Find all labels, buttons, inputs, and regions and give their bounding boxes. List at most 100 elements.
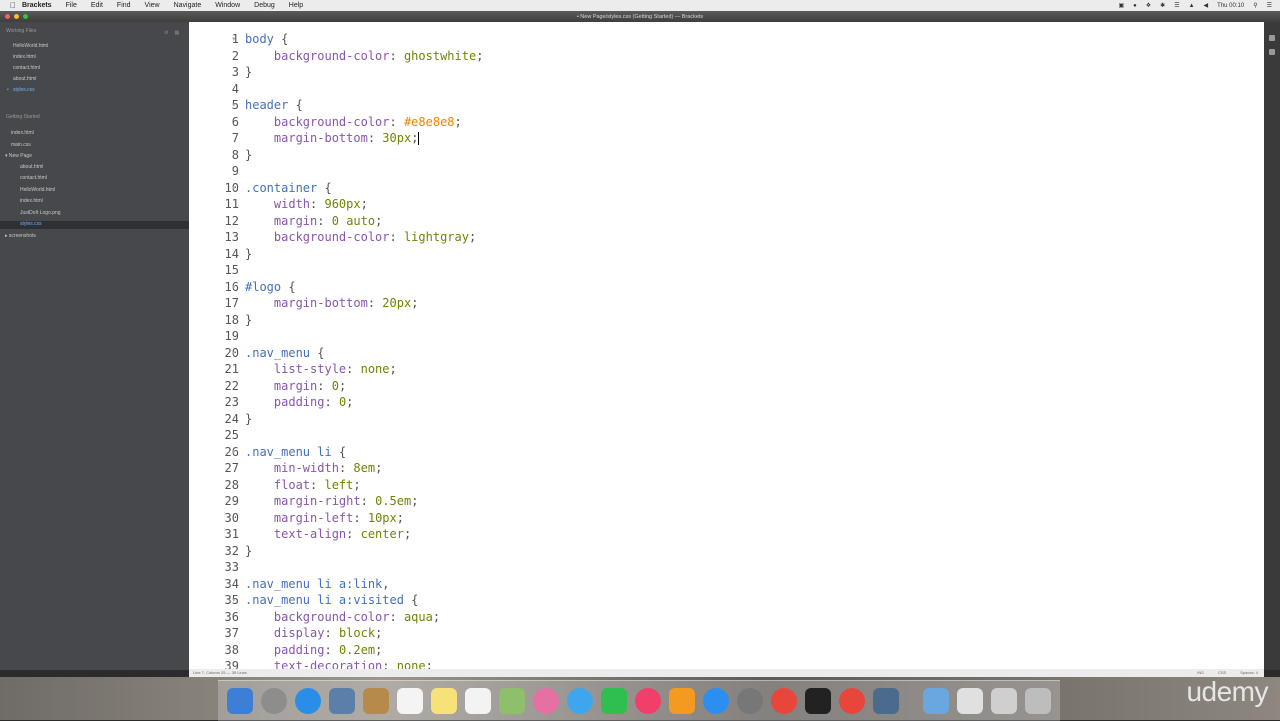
apple-icon[interactable]:  bbox=[10, 1, 16, 10]
photos-icon[interactable] bbox=[533, 688, 559, 714]
wifi-icon[interactable]: ☰ bbox=[1174, 2, 1179, 9]
clock[interactable]: Thu 00:10 bbox=[1217, 3, 1244, 9]
project-file-item[interactable]: about.html bbox=[20, 163, 43, 172]
project-file-item[interactable]: main.css bbox=[11, 141, 31, 150]
fold-arrow-icon[interactable]: ▾ bbox=[232, 349, 236, 357]
zoom-window-button[interactable] bbox=[23, 14, 28, 19]
fold-arrow-icon[interactable]: ▾ bbox=[232, 283, 236, 291]
code-line[interactable]: background-color: lightgray; bbox=[245, 230, 476, 244]
contacts-icon[interactable] bbox=[363, 688, 389, 714]
project-file-item[interactable]: JustDoIt Logo.png bbox=[20, 209, 61, 218]
code-line[interactable]: background-color: #e8e8e8; bbox=[245, 115, 462, 129]
brackets-icon[interactable] bbox=[805, 688, 831, 714]
menu-edit[interactable]: Edit bbox=[91, 2, 103, 9]
project-file-item[interactable]: HelloWorld.html bbox=[20, 186, 55, 195]
screenshot-app-icon[interactable] bbox=[873, 688, 899, 714]
working-file-item[interactable]: about.html bbox=[13, 75, 36, 84]
sidebar-tools[interactable]: ⚙▦ bbox=[164, 30, 185, 36]
code-line[interactable]: } bbox=[245, 544, 252, 558]
fold-arrow-icon[interactable]: ▾ bbox=[232, 184, 236, 192]
code-line[interactable]: } bbox=[245, 313, 252, 327]
project-file-item[interactable]: index.html bbox=[11, 129, 34, 138]
maps-icon[interactable] bbox=[499, 688, 525, 714]
spotlight-icon[interactable]: ⚲ bbox=[1253, 2, 1257, 9]
code-line[interactable]: margin-bottom: 30px; bbox=[245, 131, 419, 145]
code-line[interactable]: .container { bbox=[245, 181, 332, 195]
code-line[interactable]: } bbox=[245, 65, 252, 79]
code-line[interactable]: padding: 0; bbox=[245, 395, 354, 409]
code-line[interactable]: margin: 0 auto; bbox=[245, 214, 382, 228]
fold-arrow-icon[interactable]: ▾ bbox=[232, 448, 236, 456]
code-line[interactable]: width: 960px; bbox=[245, 197, 368, 211]
app-store-icon[interactable] bbox=[703, 688, 729, 714]
notification-icon[interactable]: ● bbox=[1133, 3, 1137, 9]
working-file-item[interactable]: contact.html bbox=[13, 64, 40, 73]
reminders-icon[interactable] bbox=[465, 688, 491, 714]
project-file-item-selected[interactable]: styles.css bbox=[20, 220, 42, 229]
code-line[interactable]: margin-right: 0.5em; bbox=[245, 494, 419, 508]
notification-center-icon[interactable]: ☰ bbox=[1267, 2, 1272, 9]
menu-view[interactable]: View bbox=[145, 2, 160, 9]
eject-icon[interactable]: ▲ bbox=[1189, 3, 1195, 9]
messages-icon[interactable] bbox=[567, 688, 593, 714]
finder-icon[interactable] bbox=[227, 688, 253, 714]
fold-arrow-icon[interactable]: ▾ bbox=[232, 35, 236, 43]
code-line[interactable]: background-color: aqua; bbox=[245, 610, 440, 624]
fold-arrow-icon[interactable]: ▾ bbox=[232, 101, 236, 109]
code-line[interactable]: #logo { bbox=[245, 280, 296, 294]
code-line[interactable]: .nav_menu { bbox=[245, 346, 324, 360]
code-line[interactable]: } bbox=[245, 247, 252, 261]
project-folder-new-page[interactable]: ▾ New Page bbox=[5, 152, 32, 161]
documents-icon[interactable] bbox=[957, 688, 983, 714]
code-line[interactable]: margin-left: 10px; bbox=[245, 511, 404, 525]
indent-setting[interactable]: Spaces: 4 bbox=[1240, 670, 1258, 675]
bluetooth-icon[interactable]: ✱ bbox=[1160, 2, 1165, 9]
language-mode[interactable]: CSS bbox=[1218, 670, 1226, 675]
extension-manager-icon[interactable] bbox=[1269, 49, 1275, 55]
code-line[interactable]: margin-bottom: 20px; bbox=[245, 296, 419, 310]
chrome-canary-icon[interactable] bbox=[839, 688, 865, 714]
code-line[interactable]: margin: 0; bbox=[245, 379, 346, 393]
code-line[interactable]: header { bbox=[245, 98, 303, 112]
insert-mode[interactable]: INS bbox=[1197, 670, 1204, 675]
facetime-icon[interactable] bbox=[601, 688, 627, 714]
menu-file[interactable]: File bbox=[66, 2, 77, 9]
safari-icon[interactable] bbox=[295, 688, 321, 714]
menu-app-name[interactable]: Brackets bbox=[22, 2, 52, 9]
menu-window[interactable]: Window bbox=[215, 2, 240, 9]
code-line[interactable]: list-style: none; bbox=[245, 362, 397, 376]
project-header[interactable]: Getting Started bbox=[6, 114, 40, 120]
fold-arrow-icon[interactable]: ▾ bbox=[232, 596, 236, 604]
live-preview-icon[interactable] bbox=[1269, 35, 1275, 41]
code-editor[interactable]: 1 ▾ 2 3 4 5 ▾ 6 7 8 9 10 ▾ 11 12 13 14 15 16 ▾ 17 18 19 20 ▾ 21 22… bbox=[189, 22, 1264, 670]
code-line[interactable]: padding: 0.2em; bbox=[245, 643, 382, 657]
code-line[interactable]: float: left; bbox=[245, 478, 361, 492]
code-line[interactable]: .nav_menu li a:visited { bbox=[245, 593, 418, 607]
code-line[interactable]: text-align: center; bbox=[245, 527, 411, 541]
camera-icon[interactable]: ▣ bbox=[1118, 2, 1124, 9]
project-file-item[interactable]: index.html bbox=[20, 197, 43, 206]
applications-folder-icon[interactable] bbox=[923, 688, 949, 714]
dropbox-icon[interactable]: ❖ bbox=[1146, 2, 1151, 9]
volume-icon[interactable]: ◀ bbox=[1204, 2, 1209, 9]
menu-debug[interactable]: Debug bbox=[254, 2, 275, 9]
preview-icon[interactable] bbox=[329, 688, 355, 714]
ibooks-icon[interactable] bbox=[669, 688, 695, 714]
working-file-item-selected[interactable]: • styles.css bbox=[7, 86, 35, 95]
code-line[interactable]: body { bbox=[245, 32, 288, 46]
itunes-icon[interactable] bbox=[635, 688, 661, 714]
working-file-item[interactable]: HelloWorld.html bbox=[13, 42, 48, 51]
calendar-icon[interactable] bbox=[397, 688, 423, 714]
code-line[interactable]: display: block; bbox=[245, 626, 382, 640]
code-line[interactable]: } bbox=[245, 148, 252, 162]
working-file-item[interactable]: index.html bbox=[13, 53, 36, 62]
system-preferences-icon[interactable] bbox=[737, 688, 763, 714]
code-line[interactable]: background-color: ghostwhite; bbox=[245, 49, 484, 63]
menu-help[interactable]: Help bbox=[289, 2, 303, 9]
notes-icon[interactable] bbox=[431, 688, 457, 714]
minimize-window-button[interactable] bbox=[14, 14, 19, 19]
chrome-icon[interactable] bbox=[771, 688, 797, 714]
code-line[interactable]: .nav_menu li a:link, bbox=[245, 577, 390, 591]
menu-find[interactable]: Find bbox=[117, 2, 131, 9]
close-window-button[interactable] bbox=[5, 14, 10, 19]
